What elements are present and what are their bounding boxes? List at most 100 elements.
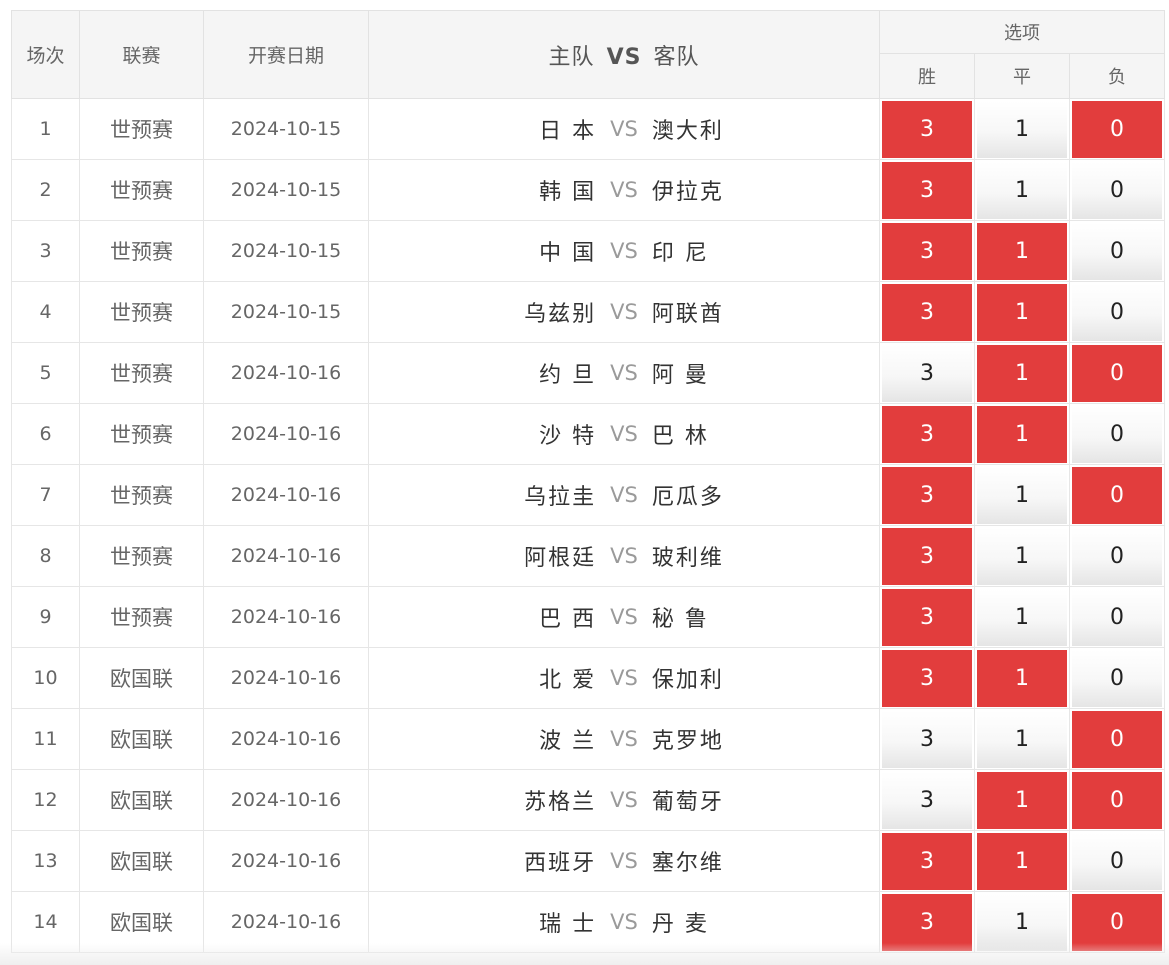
option-lose-button[interactable]: 0	[1072, 894, 1163, 951]
option-lose-cell: 0	[1069, 464, 1166, 526]
home-team: 北 爱	[539, 668, 597, 693]
table-row: 6 世预赛 2024-10-16 沙 特 VS 巴 林 310	[11, 403, 1166, 465]
option-lose-button[interactable]: 0	[1072, 223, 1163, 280]
option-win-button[interactable]: 3	[882, 711, 972, 768]
table-row: 7 世预赛 2024-10-16 乌拉圭 VS 厄瓜多 3 1 0	[11, 464, 1166, 526]
away-team: 丹 麦	[651, 912, 709, 937]
match-date: 2024-10-16	[203, 525, 369, 587]
option-lose-button[interactable]: 0	[1072, 162, 1163, 219]
option-lose-button[interactable]: 0	[1072, 650, 1163, 707]
option-lose-cell: 0	[1069, 891, 1166, 953]
option-win-button[interactable]: 3	[882, 650, 972, 707]
option-lose-button[interactable]: 0	[1072, 711, 1163, 768]
option-draw-button[interactable]: 1	[977, 406, 1067, 463]
match-teams-wrap: 乌兹别 VS 阿联酋	[369, 282, 879, 342]
match-teams: 北 爱 VS 保加利	[368, 647, 880, 709]
option-draw-cell: 1	[974, 647, 1070, 709]
option-win-button[interactable]: 3	[882, 284, 972, 341]
match-date: 2024-10-16	[203, 708, 369, 770]
away-team: 阿 曼	[651, 363, 709, 388]
home-team: 西班牙	[524, 851, 597, 876]
option-lose-cell: 0	[1069, 647, 1166, 709]
option-draw-button[interactable]: 1	[977, 528, 1067, 585]
option-win-button[interactable]: 3	[882, 223, 972, 280]
option-win-button[interactable]: 3	[882, 528, 972, 585]
away-team: 厄瓜多	[651, 485, 724, 510]
option-lose-button[interactable]: 0	[1072, 467, 1163, 524]
option-win-button[interactable]: 3	[882, 101, 972, 158]
match-teams-wrap: 瑞 士 VS 丹 麦	[369, 892, 879, 952]
option-lose-cell: 0	[1069, 281, 1166, 343]
option-win-button[interactable]: 3	[882, 772, 972, 829]
option-draw-button[interactable]: 1	[977, 345, 1067, 402]
option-lose-button[interactable]: 0	[1072, 406, 1163, 463]
option-draw-cell: 1	[974, 98, 1070, 160]
away-team: 巴 林	[651, 424, 709, 449]
header-home: 主队	[548, 44, 595, 70]
league-name: 世预赛	[79, 281, 204, 343]
option-win-cell: 3	[879, 647, 975, 709]
vs-label: VS	[610, 422, 638, 446]
option-draw-button[interactable]: 1	[977, 833, 1067, 890]
vs-label: VS	[610, 483, 638, 507]
match-date: 2024-10-15	[203, 98, 369, 160]
option-draw-cell: 1	[974, 769, 1070, 831]
home-team: 乌拉圭	[524, 485, 597, 510]
league-name: 世预赛	[79, 159, 204, 221]
option-lose-button[interactable]: 0	[1072, 284, 1163, 341]
option-lose-cell: 0	[1069, 220, 1166, 282]
option-draw-button[interactable]: 1	[977, 589, 1067, 646]
vs-label: VS	[610, 849, 638, 873]
table-row: 12 欧国联 2024-10-16 苏格兰 VS 葡萄牙 3 1 0	[11, 769, 1166, 831]
table-row: 13 欧国联 2024-10-16 西班牙 VS 塞尔维 3 1 0	[11, 830, 1166, 892]
option-draw-button[interactable]: 1	[977, 162, 1067, 219]
option-win-cell: 3	[879, 403, 975, 465]
away-team: 秘 鲁	[651, 607, 709, 632]
match-number: 3	[11, 220, 80, 282]
option-draw-button[interactable]: 1	[977, 467, 1067, 524]
option-draw-button[interactable]: 1	[977, 772, 1067, 829]
option-win-button[interactable]: 3	[882, 406, 972, 463]
option-draw-button[interactable]: 1	[977, 101, 1067, 158]
option-lose-button[interactable]: 0	[1072, 528, 1163, 585]
option-lose-button[interactable]: 0	[1072, 833, 1163, 890]
league-name: 世预赛	[79, 464, 204, 526]
vs-label: VS	[610, 605, 638, 629]
option-draw-button[interactable]: 1	[977, 284, 1067, 341]
table-header: 场次 联赛 开赛日期 主队 VS 客队 选项 胜 平 负	[11, 10, 1166, 99]
option-lose-button[interactable]: 0	[1072, 101, 1163, 158]
match-table: 场次 联赛 开赛日期 主队 VS 客队 选项 胜 平 负 1 世预赛 2024-10-1…	[11, 10, 1166, 953]
match-teams-wrap: 巴 西 VS 秘 鲁	[369, 587, 879, 647]
match-date: 2024-10-16	[203, 891, 369, 953]
league-name: 世预赛	[79, 403, 204, 465]
option-win-button[interactable]: 3	[882, 345, 972, 402]
option-win-button[interactable]: 3	[882, 467, 972, 524]
match-teams: 巴 西 VS 秘 鲁	[368, 586, 880, 648]
option-lose-cell: 0	[1069, 98, 1166, 160]
option-win-cell: 3	[879, 708, 975, 770]
option-draw-cell: 1	[974, 586, 1070, 648]
option-draw-button[interactable]: 1	[977, 894, 1067, 951]
option-win-button[interactable]: 3	[882, 589, 972, 646]
page: 场次 联赛 开赛日期 主队 VS 客队 选项 胜 平 负 1 世预赛 2024-10-1…	[0, 0, 1169, 965]
option-draw-button[interactable]: 1	[977, 650, 1067, 707]
option-lose-button[interactable]: 0	[1072, 345, 1163, 402]
vs-label: VS	[610, 666, 638, 690]
away-team: 塞尔维	[651, 851, 724, 876]
option-lose-cell: 0	[1069, 769, 1166, 831]
option-win-button[interactable]: 3	[882, 162, 972, 219]
match-teams: 乌兹别 VS 阿联酋	[368, 281, 880, 343]
header-option-draw: 平	[974, 53, 1070, 99]
match-date: 2024-10-15	[203, 159, 369, 221]
option-win-cell: 3	[879, 464, 975, 526]
option-lose-button[interactable]: 0	[1072, 589, 1163, 646]
option-lose-button[interactable]: 0	[1072, 772, 1163, 829]
option-win-cell: 3	[879, 98, 975, 160]
match-teams: 苏格兰 VS 葡萄牙	[368, 769, 880, 831]
option-draw-button[interactable]: 1	[977, 711, 1067, 768]
away-team: 澳大利	[651, 119, 724, 144]
match-number: 12	[11, 769, 80, 831]
option-win-button[interactable]: 3	[882, 894, 972, 951]
option-win-button[interactable]: 3	[882, 833, 972, 890]
option-draw-button[interactable]: 1	[977, 223, 1067, 280]
